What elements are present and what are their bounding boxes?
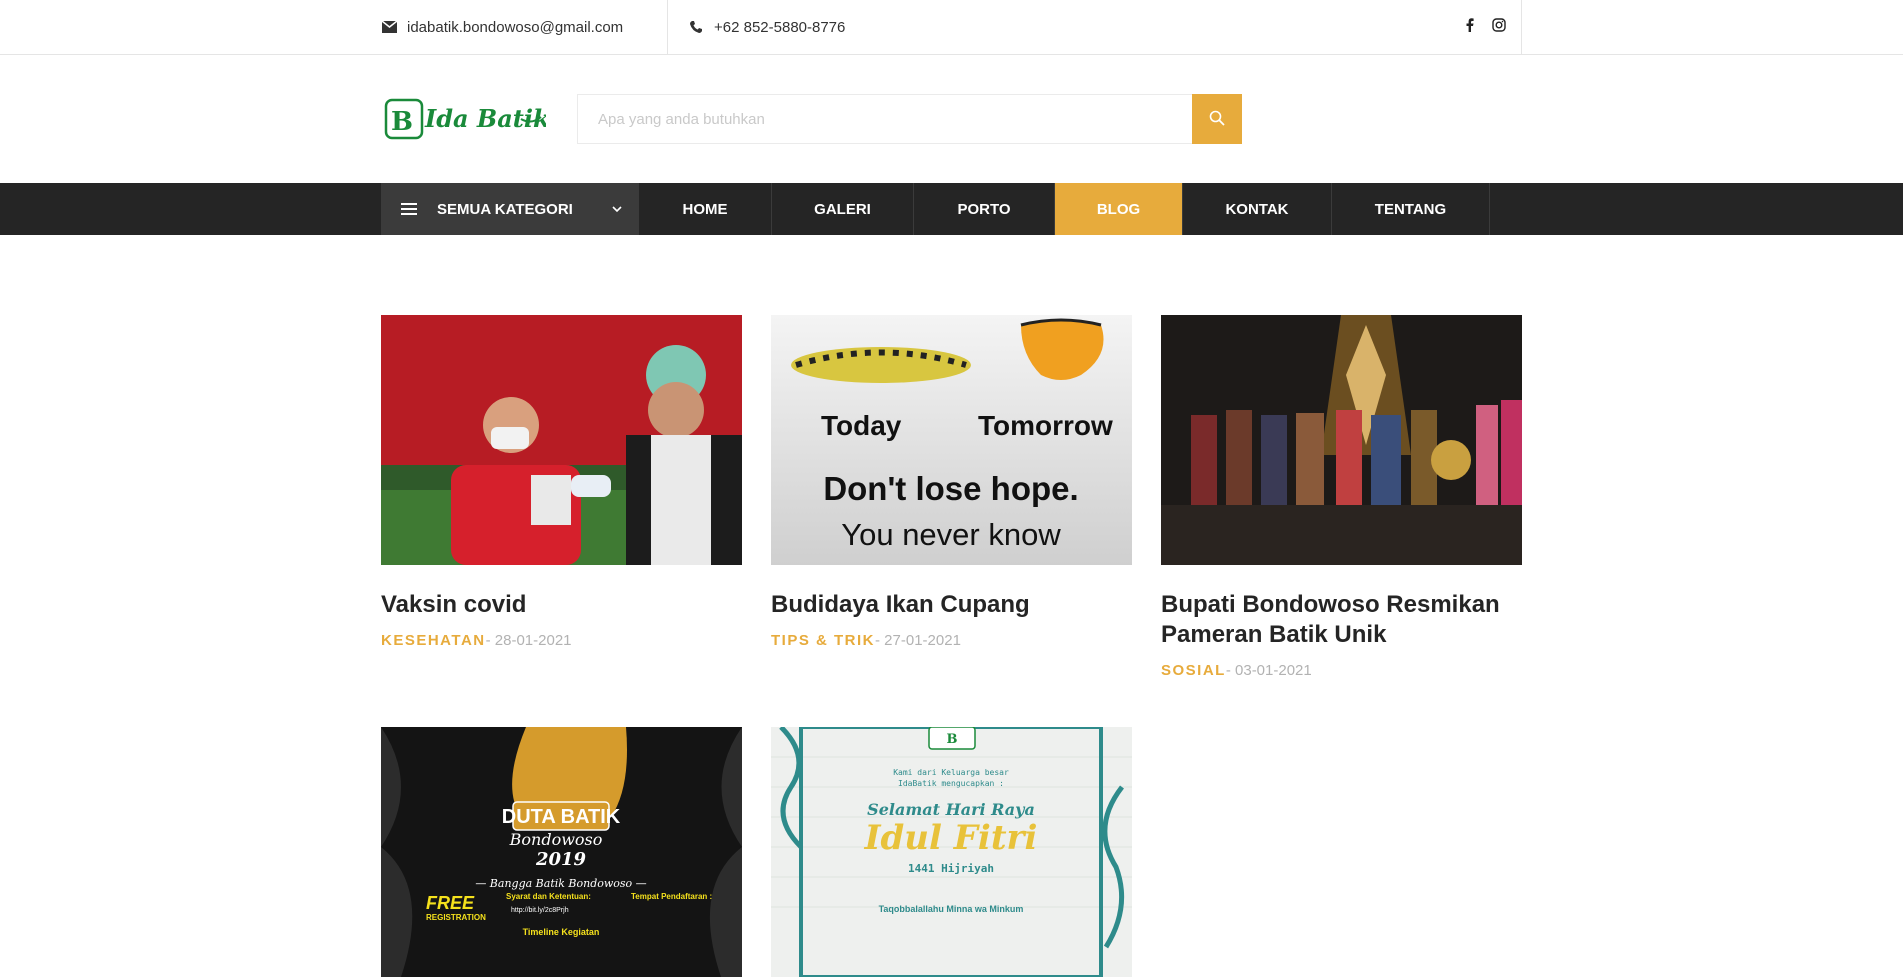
search-input[interactable] — [577, 94, 1192, 144]
main-navbar: SEMUA KATEGORI HOME GALERI PORTO BLOG KO… — [0, 183, 1903, 235]
post-date: - 27-01-2021 — [875, 632, 961, 649]
image-text-hijriyah: 1441 Hijriyah — [908, 862, 994, 875]
search-button[interactable] — [1192, 94, 1242, 144]
svg-text:Ida Batik: Ida Batik — [424, 104, 546, 133]
search-bar — [577, 94, 1242, 144]
nav-item-tentang[interactable]: TENTANG — [1332, 183, 1490, 235]
nav-item-home[interactable]: HOME — [639, 183, 772, 235]
image-text-hope: Don't lose hope. — [823, 470, 1078, 507]
category-dropdown-label: SEMUA KATEGORI — [437, 200, 573, 218]
image-text-link: http://bit.ly/2c8Prjh — [511, 907, 569, 914]
post-date: - 28-01-2021 — [485, 632, 572, 649]
social-links — [1450, 0, 1522, 54]
chevron-down-icon — [611, 202, 623, 219]
post-title[interactable]: Vaksin covid — [381, 590, 742, 620]
svg-text:B: B — [947, 732, 958, 747]
blog-card[interactable]: DUTA BATIK Bondowoso 2019 — Bangga Batik… — [381, 727, 742, 977]
image-text-taqobbal: Taqobbalallahu Minna wa Minkum — [879, 904, 1024, 914]
nav-item-galeri[interactable]: GALERI — [772, 183, 914, 235]
image-text-tagline: — Bangga Batik Bondowoso — — [475, 877, 646, 890]
search-icon — [1209, 110, 1225, 129]
blog-card[interactable]: Today Tomorrow Don't lose hope. You neve… — [771, 315, 1132, 649]
post-thumbnail[interactable]: DUTA BATIK Bondowoso 2019 — Bangga Batik… — [381, 727, 742, 977]
post-title[interactable]: Bupati Bondowoso Resmikan Pameran Batik … — [1161, 590, 1522, 650]
post-thumbnail[interactable]: B Kami dari Keluarga besar IdaBatik meng… — [771, 727, 1132, 977]
blog-card[interactable]: Vaksin covid KESEHATAN- 28-01-2021 — [381, 315, 742, 649]
image-text-mengucapkan: IdaBatik mengucapkan : — [898, 779, 1004, 788]
nav-item-porto[interactable]: PORTO — [914, 183, 1055, 235]
email-text: idabatik.bondowoso@gmail.com — [407, 18, 624, 36]
image-text-syarat: Syarat dan Ketentuan: — [506, 892, 591, 901]
post-meta: SOSIAL- 03-01-2021 — [1161, 662, 1522, 679]
post-meta: TIPS & TRIK- 27-01-2021 — [771, 632, 1132, 649]
menu-icon — [401, 203, 417, 215]
post-thumbnail[interactable] — [381, 315, 742, 565]
nav-item-kontak[interactable]: KONTAK — [1183, 183, 1332, 235]
image-text-never-know: You never know — [841, 517, 1061, 552]
category-dropdown[interactable]: SEMUA KATEGORI — [381, 183, 639, 235]
phone-icon — [688, 19, 704, 35]
image-text-today: Today — [821, 410, 902, 441]
image-text-registration: REGISTRATION — [426, 913, 486, 922]
post-thumbnail[interactable]: Today Tomorrow Don't lose hope. You neve… — [771, 315, 1132, 565]
envelope-icon — [381, 19, 397, 35]
contact-phone[interactable]: +62 852-5880-8776 — [688, 0, 845, 54]
image-text-keluarga: Kami dari Keluarga besar — [893, 768, 1009, 777]
nav-menu: HOME GALERI PORTO BLOG KONTAK TENTANG — [639, 183, 1490, 235]
image-text-free: FREE — [426, 893, 475, 913]
facebook-icon[interactable] — [1466, 18, 1474, 36]
post-date: - 03-01-2021 — [1225, 662, 1312, 679]
post-category[interactable]: SOSIAL — [1161, 662, 1226, 679]
post-category[interactable]: KESEHATAN — [381, 632, 486, 649]
blog-card[interactable]: B Kami dari Keluarga besar IdaBatik meng… — [771, 727, 1132, 977]
top-bar: idabatik.bondowoso@gmail.com +62 852-588… — [0, 0, 1903, 55]
instagram-icon[interactable] — [1491, 18, 1506, 36]
image-text-selamat: Selamat Hari Raya — [867, 800, 1035, 819]
phone-text: +62 852-5880-8776 — [714, 18, 846, 36]
image-text-tomorrow: Tomorrow — [978, 410, 1113, 441]
post-title[interactable]: Budidaya Ikan Cupang — [771, 590, 1132, 620]
image-text-idul-fitri: Idul Fitri — [864, 818, 1038, 858]
nav-item-blog[interactable]: BLOG — [1055, 183, 1183, 235]
post-category[interactable]: TIPS & TRIK — [771, 632, 875, 649]
image-text-tempat: Tempat Pendaftaran : — [631, 892, 712, 901]
post-meta: KESEHATAN- 28-01-2021 — [381, 632, 742, 649]
blog-card[interactable]: Bupati Bondowoso Resmikan Pameran Batik … — [1161, 315, 1522, 679]
image-text-bondowoso: Bondowoso — [509, 830, 603, 849]
image-text-duta-batik: DUTA BATIK — [502, 806, 621, 828]
contact-email[interactable]: idabatik.bondowoso@gmail.com — [381, 0, 668, 54]
post-thumbnail[interactable] — [1161, 315, 1522, 565]
image-text-year: 2019 — [535, 849, 587, 870]
svg-text:B: B — [391, 107, 413, 137]
site-logo[interactable]: B Ida Batik — [381, 95, 550, 143]
